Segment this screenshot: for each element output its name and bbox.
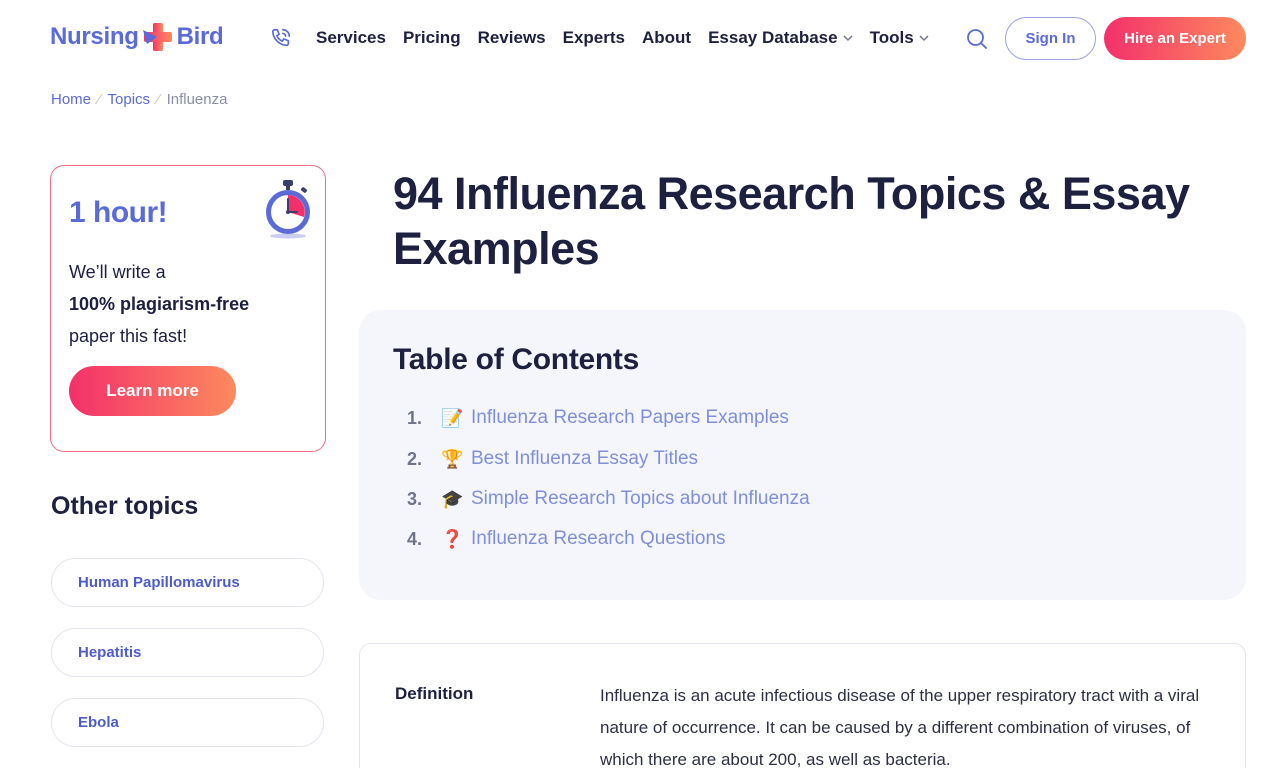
definition-label: Definition bbox=[395, 684, 474, 703]
trophy-icon: 🏆 bbox=[441, 448, 464, 469]
toc-item[interactable]: 4. ❓ Influenza Research Questions bbox=[407, 528, 726, 550]
breadcrumb: Home ⁄ Topics ⁄ Influenza bbox=[51, 91, 227, 108]
toc-item-number: 4. bbox=[407, 528, 423, 549]
toc-item-link[interactable]: Best Influenza Essay Titles bbox=[471, 448, 698, 470]
hire-expert-button[interactable]: Hire an Expert bbox=[1104, 17, 1246, 60]
nav-experts[interactable]: Experts bbox=[563, 28, 625, 48]
other-topics-title: Other topics bbox=[51, 492, 199, 520]
nav-reviews-label: Reviews bbox=[477, 28, 546, 47]
nav-pricing[interactable]: Pricing bbox=[403, 28, 461, 48]
learn-more-button[interactable]: Learn more bbox=[69, 366, 236, 416]
logo-text-nursing: Nursing bbox=[50, 23, 139, 50]
logo-text-bird: Bird bbox=[176, 23, 224, 50]
toc-item-link[interactable]: Influenza Research Questions bbox=[471, 528, 726, 550]
stopwatch-icon bbox=[259, 178, 317, 240]
bird-cross-icon bbox=[141, 22, 175, 52]
definition-text: Influenza is an acute infectious disease… bbox=[600, 686, 1200, 768]
nav-about[interactable]: About bbox=[642, 28, 691, 48]
nav-tools[interactable]: Tools bbox=[870, 28, 929, 48]
topic-pill-ebola[interactable]: Ebola bbox=[51, 698, 324, 747]
toc-item[interactable]: 3. 🎓 Simple Research Topics about Influe… bbox=[407, 488, 810, 510]
nav-reviews[interactable]: Reviews bbox=[478, 28, 546, 48]
memo-icon: 📝 bbox=[441, 407, 464, 428]
toc-item-number: 2. bbox=[407, 448, 423, 469]
sign-in-button[interactable]: Sign In bbox=[1005, 17, 1096, 60]
table-of-contents: Table of Contents 1. 📝 Influenza Researc… bbox=[359, 310, 1246, 600]
promo-line-3: paper this fast! bbox=[69, 326, 188, 346]
nav-essay-database[interactable]: Essay Database bbox=[708, 28, 853, 48]
toc-item[interactable]: 1. 📝 Influenza Research Papers Examples bbox=[407, 407, 789, 429]
toc-title: Table of Contents bbox=[393, 343, 640, 376]
toc-item-number: 3. bbox=[407, 488, 423, 509]
promo-line-1: We’ll write a bbox=[69, 262, 166, 282]
nav-about-label: About bbox=[642, 28, 692, 47]
nav-tools-label: Tools bbox=[869, 28, 914, 47]
nav-services[interactable]: Services bbox=[316, 28, 386, 48]
promo-title: 1 hour! bbox=[69, 196, 168, 229]
breadcrumb-current: Influenza bbox=[166, 91, 228, 108]
toc-item-link[interactable]: Influenza Research Papers Examples bbox=[471, 407, 789, 429]
promo-card: 1 hour! We’ll write a 100% plagiarism-fr… bbox=[50, 165, 326, 452]
question-mark-icon: ❓ bbox=[441, 528, 464, 549]
phone-icon[interactable] bbox=[270, 27, 292, 49]
breadcrumb-separator: ⁄ bbox=[98, 91, 101, 108]
breadcrumb-separator: ⁄ bbox=[157, 91, 160, 108]
nav-essay-database-label: Essay Database bbox=[708, 28, 838, 47]
breadcrumb-topics[interactable]: Topics bbox=[108, 91, 151, 108]
site-logo[interactable]: Nursing Bird bbox=[50, 22, 224, 52]
topic-pill-hepatitis[interactable]: Hepatitis bbox=[51, 628, 324, 677]
definition-card: Definition Influenza is an acute infecti… bbox=[359, 643, 1246, 768]
graduation-cap-icon: 🎓 bbox=[441, 488, 464, 509]
page-title: 94 Influenza Research Topics & Essay Exa… bbox=[393, 168, 1190, 274]
nav-pricing-label: Pricing bbox=[402, 28, 461, 47]
chevron-down-icon bbox=[843, 35, 853, 41]
site-header: Nursing Bird Services Pricing Reviews Ex… bbox=[0, 0, 1280, 78]
nav-services-label: Services bbox=[316, 28, 386, 47]
toc-item[interactable]: 2. 🏆 Best Influenza Essay Titles bbox=[407, 448, 698, 470]
nav-experts-label: Experts bbox=[562, 28, 625, 47]
topic-pill-human-papillomavirus[interactable]: Human Papillomavirus bbox=[51, 558, 324, 607]
promo-text: We’ll write a 100% plagiarism-free paper… bbox=[69, 256, 249, 352]
search-icon[interactable] bbox=[965, 27, 989, 51]
toc-item-number: 1. bbox=[407, 407, 423, 428]
promo-line-2: 100% plagiarism-free bbox=[69, 294, 250, 314]
main-nav: Services Pricing Reviews Experts About E… bbox=[316, 28, 946, 48]
breadcrumb-home[interactable]: Home bbox=[51, 91, 91, 108]
toc-item-link[interactable]: Simple Research Topics about Influenza bbox=[471, 488, 810, 510]
chevron-down-icon bbox=[919, 35, 929, 41]
